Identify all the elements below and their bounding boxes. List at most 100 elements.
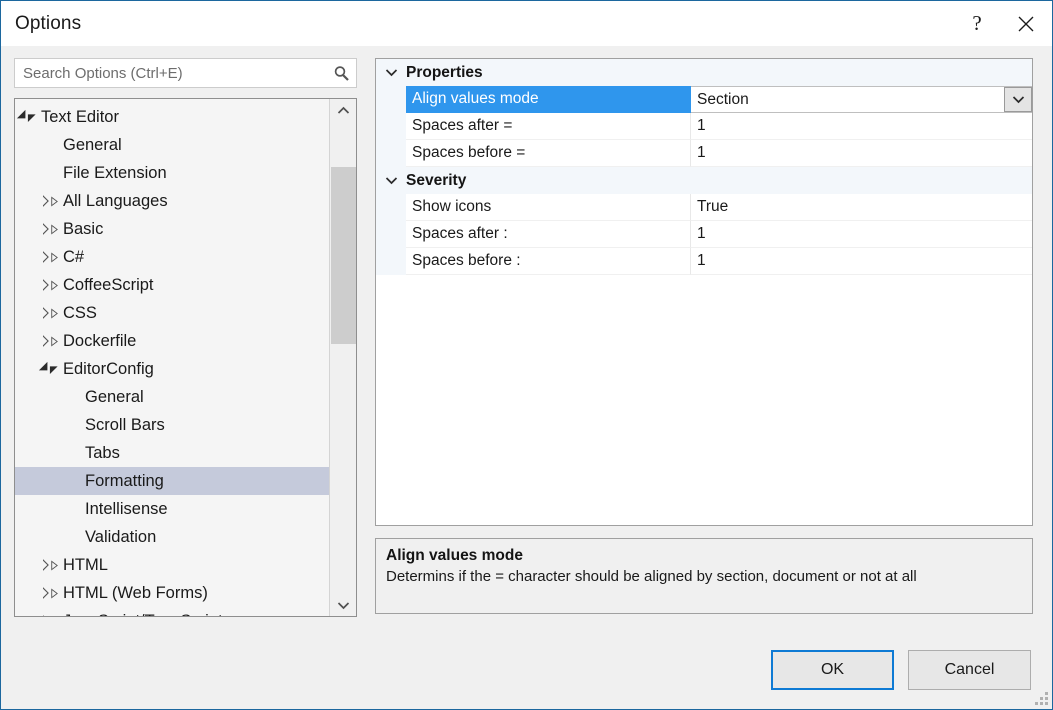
search-icon[interactable] xyxy=(326,65,356,82)
grip-dot xyxy=(1035,702,1038,705)
tree-item-dockerfile[interactable]: Dockerfile xyxy=(15,327,329,355)
property-indent xyxy=(376,113,406,140)
property-value: 1 xyxy=(697,252,706,270)
title-bar: Options ? xyxy=(1,1,1052,46)
tree-expander-collapsed-icon[interactable] xyxy=(43,615,59,617)
property-value-cell[interactable]: 1 xyxy=(691,248,1032,275)
tree-item-javascript-typescript[interactable]: JavaScript/TypeScript xyxy=(15,607,329,617)
property-name[interactable]: Align values mode xyxy=(406,86,691,113)
search-box[interactable] xyxy=(14,58,357,88)
tree-item-file-extension[interactable]: File Extension xyxy=(15,159,329,187)
property-value-cell[interactable]: Section xyxy=(691,86,1032,113)
tree-expander-expanded-icon[interactable] xyxy=(43,363,59,375)
property-name[interactable]: Spaces before : xyxy=(406,248,691,275)
tree-item-label: CSS xyxy=(59,304,97,323)
tree-expander-collapsed-icon[interactable] xyxy=(43,223,59,235)
property-name[interactable]: Show icons xyxy=(406,194,691,221)
description-panel: Align values mode Determins if the = cha… xyxy=(375,538,1033,614)
scroll-down-button[interactable] xyxy=(330,594,357,616)
property-row[interactable]: Align values mode Section xyxy=(376,86,1032,113)
tree-item-tabs[interactable]: Tabs xyxy=(15,439,329,467)
options-dialog: Options ? xyxy=(0,0,1053,710)
tree-item-formatting[interactable]: Formatting xyxy=(15,467,329,495)
property-value-cell[interactable]: 1 xyxy=(691,113,1032,140)
tree-item-basic[interactable]: Basic xyxy=(15,215,329,243)
tree-expander-expanded-icon[interactable] xyxy=(21,111,37,123)
tree-expander-collapsed-icon[interactable] xyxy=(43,279,59,291)
help-button[interactable]: ? xyxy=(954,1,1000,46)
grip-dot xyxy=(1040,697,1043,700)
description-title: Align values mode xyxy=(386,547,1022,565)
tree-item-text-editor[interactable]: Text Editor xyxy=(15,103,329,131)
chevron-down-icon xyxy=(1012,93,1025,107)
property-category-severity[interactable]: Severity xyxy=(376,167,1032,194)
chevron-down-icon[interactable] xyxy=(376,176,406,185)
tree-item-html-web-forms[interactable]: HTML (Web Forms) xyxy=(15,579,329,607)
search-input[interactable] xyxy=(15,59,326,87)
property-dropdown-button[interactable] xyxy=(1004,87,1032,112)
chevron-up-icon xyxy=(337,106,350,115)
tree-item-css[interactable]: CSS xyxy=(15,299,329,327)
tree-item-scroll-bars[interactable]: Scroll Bars xyxy=(15,411,329,439)
property-row[interactable]: Spaces before =1 xyxy=(376,140,1032,167)
tree-expander-collapsed-icon[interactable] xyxy=(43,587,59,599)
tree-item-intellisense[interactable]: Intellisense xyxy=(15,495,329,523)
description-text: Determins if the = character should be a… xyxy=(386,567,1022,587)
property-category-properties[interactable]: Properties xyxy=(376,59,1032,86)
scroll-up-button[interactable] xyxy=(330,99,357,121)
tree-expander-collapsed-icon[interactable] xyxy=(43,335,59,347)
property-name[interactable]: Spaces before = xyxy=(406,140,691,167)
property-row[interactable]: Spaces after :1 xyxy=(376,221,1032,248)
property-grid[interactable]: PropertiesAlign values mode Section Spaces… xyxy=(375,58,1033,526)
property-row[interactable]: Spaces after = 1 xyxy=(376,113,1032,140)
tree-item-label: Intellisense xyxy=(81,500,168,519)
tree-expander-collapsed-icon[interactable] xyxy=(43,195,59,207)
property-value-cell[interactable]: 1 xyxy=(691,140,1032,167)
property-name[interactable]: Spaces after = xyxy=(406,113,691,140)
tree-item-editorconfig[interactable]: EditorConfig xyxy=(15,355,329,383)
left-panel: Text Editor General File Extension All Lang… xyxy=(14,58,357,617)
dialog-body: Text Editor General File Extension All Lang… xyxy=(1,46,1052,709)
tree-item-general[interactable]: General xyxy=(15,131,329,159)
ok-button[interactable]: OK xyxy=(771,650,894,690)
tree-item-label: Validation xyxy=(81,528,156,547)
resize-grip-icon[interactable] xyxy=(1035,692,1049,706)
tree-item-general[interactable]: General xyxy=(15,383,329,411)
tree-item-label: Tabs xyxy=(81,444,120,463)
property-value-cell[interactable]: True xyxy=(691,194,1032,221)
property-row[interactable]: Show iconsTrue xyxy=(376,194,1032,221)
property-value: Section xyxy=(697,91,749,109)
tree-expander-collapsed-icon[interactable] xyxy=(43,559,59,571)
tree-item-html[interactable]: HTML xyxy=(15,551,329,579)
page-title: Options xyxy=(1,13,81,35)
chevron-down-icon xyxy=(337,601,350,610)
grip-dot xyxy=(1045,692,1048,695)
tree-item-validation[interactable]: Validation xyxy=(15,523,329,551)
tree-item-label: Formatting xyxy=(81,472,164,491)
close-button[interactable] xyxy=(1000,1,1052,46)
right-panel: PropertiesAlign values modeSectionSpaces… xyxy=(375,58,1033,614)
property-value-cell[interactable]: 1 xyxy=(691,221,1032,248)
tree-item-coffeescript[interactable]: CoffeeScript xyxy=(15,271,329,299)
scrollbar-thumb[interactable] xyxy=(331,167,356,344)
property-value: 1 xyxy=(697,117,706,135)
options-tree[interactable]: Text Editor General File Extension All Lang… xyxy=(14,98,357,617)
tree-item-label: HTML (Web Forms) xyxy=(59,584,208,603)
tree-item-label: C# xyxy=(59,248,84,267)
property-indent xyxy=(376,140,406,167)
tree-expander-collapsed-icon[interactable] xyxy=(43,307,59,319)
tree-item-label: File Extension xyxy=(59,164,167,183)
property-name[interactable]: Spaces after : xyxy=(406,221,691,248)
tree-item-c[interactable]: C# xyxy=(15,243,329,271)
close-icon xyxy=(1016,14,1036,34)
tree-scrollbar[interactable] xyxy=(329,99,356,616)
tree-item-label: General xyxy=(59,136,122,155)
grip-dot xyxy=(1045,702,1048,705)
tree-item-all-languages[interactable]: All Languages xyxy=(15,187,329,215)
tree-expander-collapsed-icon[interactable] xyxy=(43,251,59,263)
tree-item-label: All Languages xyxy=(59,192,168,211)
property-row[interactable]: Spaces before : 1 xyxy=(376,248,1032,275)
chevron-down-icon[interactable] xyxy=(376,68,406,77)
cancel-button[interactable]: Cancel xyxy=(908,650,1031,690)
tree-list: Text Editor General File Extension All Lang… xyxy=(15,99,329,616)
